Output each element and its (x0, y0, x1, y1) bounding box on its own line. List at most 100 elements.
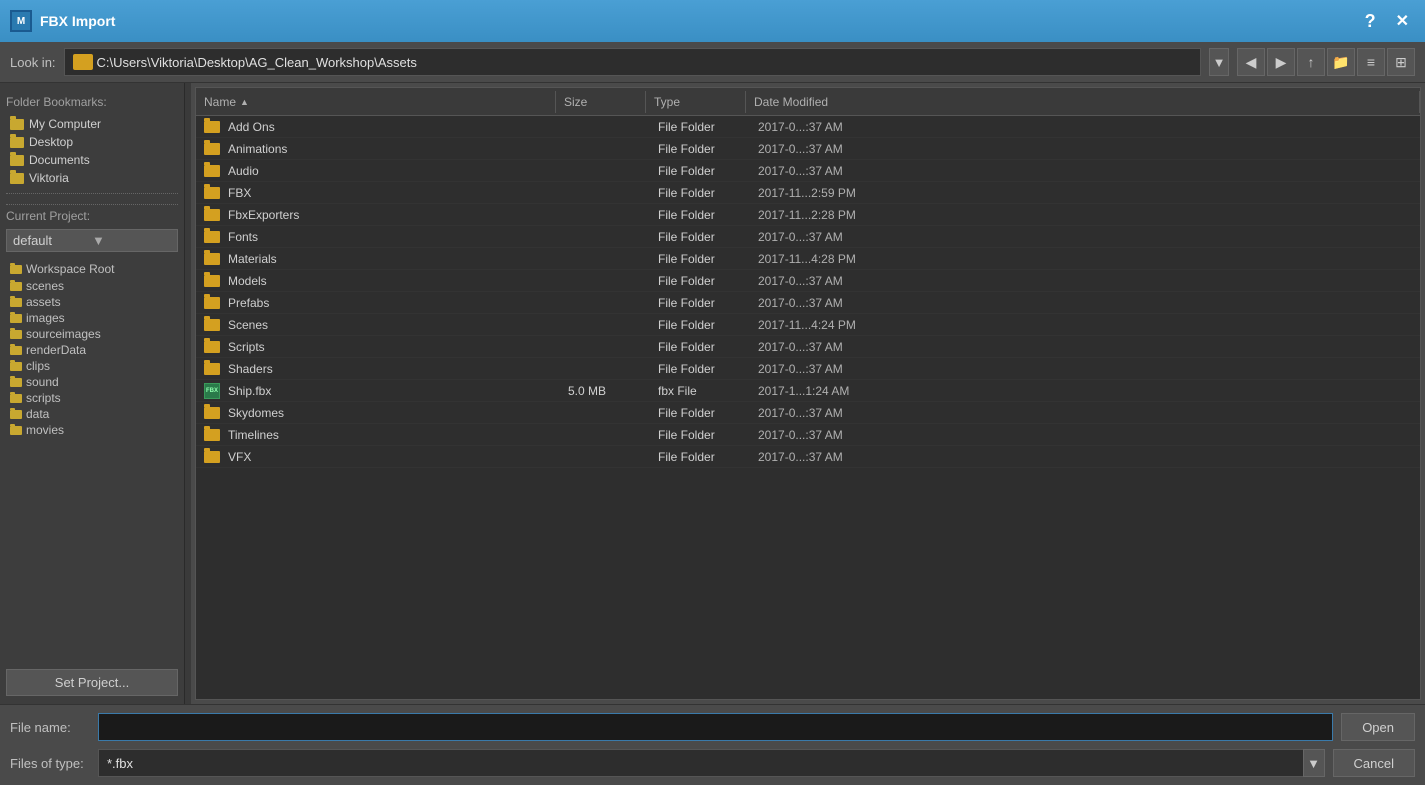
project-dropdown[interactable]: default ▼ (6, 229, 178, 252)
file-cell-name: Add Ons (224, 120, 564, 134)
col-header-type[interactable]: Type (646, 91, 746, 113)
file-cell-date: 2017-1...1:24 AM (754, 384, 1420, 398)
sidebar-tree-assets[interactable]: assets (6, 294, 178, 310)
sidebar-tree-scenes[interactable]: scenes (6, 278, 178, 294)
renderdata-icon (10, 346, 22, 355)
file-cell-type: File Folder (654, 362, 754, 376)
dialog: Look in: C:\Users\Viktoria\Desktop\AG_Cl… (0, 42, 1425, 785)
cancel-button[interactable]: Cancel (1333, 749, 1415, 777)
nav-forward-button[interactable]: ▶ (1267, 48, 1295, 76)
file-row[interactable]: FbxExporters File Folder 2017-11...2:28 … (196, 204, 1420, 226)
file-row[interactable]: Fonts File Folder 2017-0...:37 AM (196, 226, 1420, 248)
close-button[interactable]: ✕ (1390, 9, 1415, 33)
file-list: Add Ons File Folder 2017-0...:37 AM Anim… (196, 116, 1420, 699)
file-cell-date: 2017-11...4:28 PM (754, 252, 1420, 266)
file-row[interactable]: VFX File Folder 2017-0...:37 AM (196, 446, 1420, 468)
file-row[interactable]: Materials File Folder 2017-11...4:28 PM (196, 248, 1420, 270)
look-in-input[interactable]: C:\Users\Viktoria\Desktop\AG_Clean_Works… (64, 48, 1201, 76)
col-header-name[interactable]: Name ▲ (196, 91, 556, 113)
file-name-input[interactable] (98, 713, 1333, 741)
file-cell-type: File Folder (654, 340, 754, 354)
files-of-type-value: *.fbx (107, 756, 133, 771)
folder-file-icon (204, 121, 220, 133)
sidebar-tree-clips[interactable]: clips (6, 358, 178, 374)
file-row[interactable]: Shaders File Folder 2017-0...:37 AM (196, 358, 1420, 380)
clips-icon (10, 362, 22, 371)
workspace-root-icon (10, 265, 22, 274)
col-header-date[interactable]: Date Modified (746, 91, 1420, 113)
col-header-size[interactable]: Size (556, 91, 646, 113)
folder-file-icon (204, 275, 220, 287)
nav-back-button[interactable]: ◀ (1237, 48, 1265, 76)
file-row[interactable]: Add Ons File Folder 2017-0...:37 AM (196, 116, 1420, 138)
file-cell-name: Ship.fbx (224, 384, 564, 398)
file-cell-name: Fonts (224, 230, 564, 244)
sidebar-resizer[interactable] (185, 83, 191, 704)
current-project-label: Current Project: (6, 209, 178, 223)
sidebar-item-my-computer[interactable]: My Computer (6, 115, 178, 133)
movies-icon (10, 426, 22, 435)
file-cell-date: 2017-0...:37 AM (754, 406, 1420, 420)
file-row[interactable]: Models File Folder 2017-0...:37 AM (196, 270, 1420, 292)
sidebar-tree-images[interactable]: images (6, 310, 178, 326)
files-of-type-label: Files of type: (10, 756, 90, 771)
file-row[interactable]: FBX Ship.fbx 5.0 MB fbx File 2017-1...1:… (196, 380, 1420, 402)
sidebar-tree-renderdata[interactable]: renderData (6, 342, 178, 358)
file-row[interactable]: Audio File Folder 2017-0...:37 AM (196, 160, 1420, 182)
look-in-bar: Look in: C:\Users\Viktoria\Desktop\AG_Cl… (0, 42, 1425, 83)
file-row[interactable]: Prefabs File Folder 2017-0...:37 AM (196, 292, 1420, 314)
help-button[interactable]: ? (1359, 9, 1382, 34)
file-cell-type: File Folder (654, 252, 754, 266)
list-view-button[interactable]: ≡ (1357, 48, 1385, 76)
set-project-button[interactable]: Set Project... (6, 669, 178, 696)
file-row[interactable]: FBX File Folder 2017-11...2:59 PM (196, 182, 1420, 204)
sidebar-item-desktop[interactable]: Desktop (6, 133, 178, 151)
file-list-header: Name ▲ Size Type Date Modified (196, 88, 1420, 116)
file-row[interactable]: Animations File Folder 2017-0...:37 AM (196, 138, 1420, 160)
file-cell-date: 2017-0...:37 AM (754, 340, 1420, 354)
folder-file-icon (204, 143, 220, 155)
folder-file-icon (204, 253, 220, 265)
sidebar-item-viktoria[interactable]: Viktoria (6, 169, 178, 187)
file-row[interactable]: Skydomes File Folder 2017-0...:37 AM (196, 402, 1420, 424)
file-cell-type: File Folder (654, 428, 754, 442)
folder-file-icon (204, 209, 220, 221)
file-cell-type: File Folder (654, 406, 754, 420)
file-cell-type: File Folder (654, 230, 754, 244)
sidebar-workspace-root[interactable]: Workspace Root (6, 260, 178, 278)
file-name-label: File name: (10, 720, 90, 735)
sidebar-tree-movies[interactable]: movies (6, 422, 178, 438)
detail-view-button[interactable]: ⊞ (1387, 48, 1415, 76)
sidebar-tree-sound[interactable]: sound (6, 374, 178, 390)
look-in-dropdown[interactable]: ▼ (1209, 48, 1229, 76)
file-cell-name: Scenes (224, 318, 564, 332)
files-of-type-dropdown[interactable]: ▼ (1303, 749, 1325, 777)
sidebar-item-documents[interactable]: Documents (6, 151, 178, 169)
window-controls: ? ✕ (1359, 9, 1415, 34)
file-type-row: Files of type: *.fbx ▼ Cancel (10, 749, 1415, 777)
folder-file-icon (204, 429, 220, 441)
folder-file-icon (204, 341, 220, 353)
file-cell-type: fbx File (654, 384, 754, 398)
file-row[interactable]: Scripts File Folder 2017-0...:37 AM (196, 336, 1420, 358)
sidebar-tree-sourceimages[interactable]: sourceimages (6, 326, 178, 342)
new-folder-button[interactable]: 📁 (1327, 48, 1355, 76)
file-cell-type: File Folder (654, 142, 754, 156)
file-cell-type: File Folder (654, 164, 754, 178)
file-cell-date: 2017-11...4:24 PM (754, 318, 1420, 332)
documents-icon (10, 155, 24, 166)
file-cell-date: 2017-0...:37 AM (754, 274, 1420, 288)
open-button[interactable]: Open (1341, 713, 1415, 741)
file-row[interactable]: Timelines File Folder 2017-0...:37 AM (196, 424, 1420, 446)
file-row[interactable]: Scenes File Folder 2017-11...4:24 PM (196, 314, 1420, 336)
folder-file-icon (204, 451, 220, 463)
project-name: default (13, 233, 92, 248)
files-of-type-display[interactable]: *.fbx (98, 749, 1304, 777)
sidebar-tree-scripts[interactable]: scripts (6, 390, 178, 406)
sidebar-item-my-computer-label: My Computer (29, 117, 101, 131)
file-cell-name: Animations (224, 142, 564, 156)
folder-file-icon (204, 407, 220, 419)
nav-up-button[interactable]: ↑ (1297, 48, 1325, 76)
sidebar-tree-data[interactable]: data (6, 406, 178, 422)
data-icon (10, 410, 22, 419)
